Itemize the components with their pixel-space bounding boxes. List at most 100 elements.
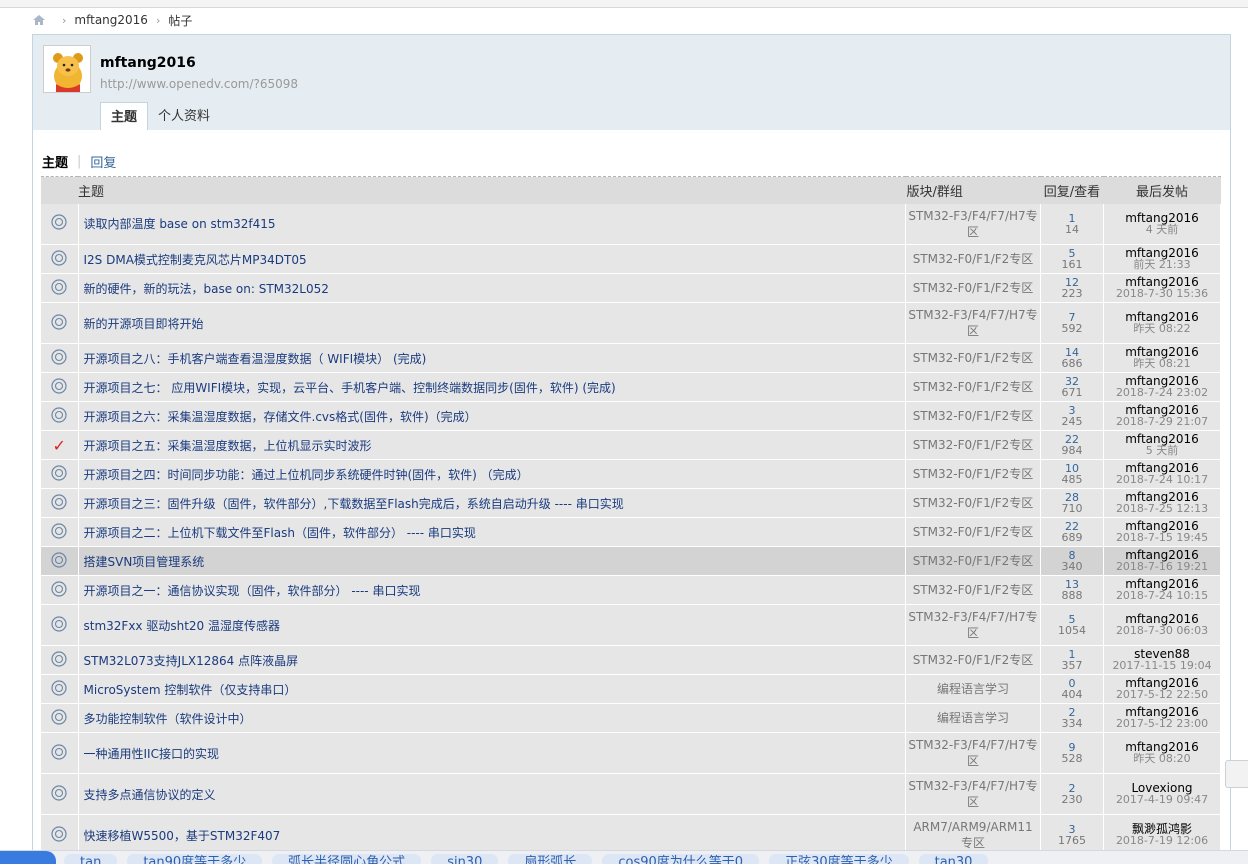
last-post-date[interactable]: 2017-5-12 23:00 bbox=[1104, 718, 1220, 729]
breadcrumb-user[interactable]: mftang2016 bbox=[74, 13, 148, 27]
topic-forum[interactable]: STM32-F0/F1/F2专区 bbox=[905, 459, 1041, 489]
last-post-date[interactable]: 昨天 08:20 bbox=[1104, 753, 1220, 764]
topic-title[interactable]: 新的开源项目即将开始 bbox=[78, 302, 906, 344]
topic-title[interactable]: 开源项目之三：固件升级（固件，软件部分）,下载数据至Flash完成后，系统自启动… bbox=[78, 488, 906, 518]
table-row[interactable]: 读取内部温度 base on stm32f415 STM32-F3/F4/F7/H… bbox=[41, 203, 1221, 245]
topic-title[interactable]: MicroSystem 控制软件（仅支持串口） bbox=[78, 674, 906, 704]
table-row[interactable]: 新的硬件，新的玩法，base on: STM32L052 STM32-F0/F1/… bbox=[41, 273, 1221, 303]
table-row[interactable]: 多功能控制软件（软件设计中） 编程语言学习 2 334 mftang2016 2017-5… bbox=[41, 703, 1221, 733]
topic-forum[interactable]: STM32-F0/F1/F2专区 bbox=[905, 488, 1041, 518]
last-post-date[interactable]: 前天 21:33 bbox=[1104, 259, 1220, 270]
last-post-date[interactable]: 2017-4-19 09:47 bbox=[1104, 794, 1220, 805]
row-icon-cell bbox=[41, 517, 79, 547]
topic-forum[interactable]: 编程语言学习 bbox=[905, 703, 1041, 733]
table-row[interactable]: 支持多点通信协议的定义 STM32-F3/F4/F7/H7专区 2 230 Lovexi… bbox=[41, 773, 1221, 815]
topic-forum[interactable]: STM32-F0/F1/F2专区 bbox=[905, 645, 1041, 675]
tab-topics[interactable]: 主题 bbox=[100, 102, 149, 132]
table-row[interactable]: STM32L073支持JLX12864 点阵液晶屏 STM32-F0/F1/F2专… bbox=[41, 645, 1221, 675]
table-row[interactable]: 开源项目之八：手机客户端查看温湿度数据（ WIFI模块） (完成) STM32-F… bbox=[41, 343, 1221, 373]
profile-url[interactable]: http://www.openedv.com/?65098 bbox=[100, 77, 298, 91]
suggestion-chip[interactable]: 正弦30度等于多少 bbox=[769, 854, 909, 864]
topic-forum[interactable]: STM32-F0/F1/F2专区 bbox=[905, 430, 1041, 460]
suggestion-chip[interactable]: 弧长半径圆心角公式 bbox=[272, 854, 422, 864]
topic-forum[interactable]: STM32-F0/F1/F2专区 bbox=[905, 372, 1041, 402]
table-row[interactable]: 开源项目之二：上位机下载文件至Flash（固件，软件部分） ---- 串口实现 S… bbox=[41, 517, 1221, 547]
view-count: 485 bbox=[1061, 473, 1083, 486]
topic-forum[interactable]: STM32-F3/F4/F7/H7专区 bbox=[905, 732, 1041, 774]
last-post-date[interactable]: 昨天 08:22 bbox=[1104, 323, 1220, 334]
subnav-topics[interactable]: 主题 bbox=[42, 152, 68, 171]
suggestion-chip[interactable]: tan90度等于多少 bbox=[127, 854, 263, 864]
sub-navigation: 主题 | 回复 bbox=[42, 152, 116, 171]
topic-title[interactable]: 开源项目之五：采集温湿度数据，上位机显示实时波形 bbox=[78, 430, 906, 460]
last-post-date[interactable]: 2018-7-19 12:06 bbox=[1104, 835, 1220, 846]
view-count: 223 bbox=[1061, 287, 1083, 300]
topic-title[interactable]: 支持多点通信协议的定义 bbox=[78, 773, 906, 815]
avatar[interactable] bbox=[43, 45, 91, 93]
last-post-date[interactable]: 2017-11-15 19:04 bbox=[1104, 660, 1220, 671]
side-float-button[interactable] bbox=[1225, 760, 1248, 788]
table-row[interactable]: 开源项目之七： 应用WIFI模块，实现，云平台、手机客户端、控制终端数据同步(固… bbox=[41, 372, 1221, 402]
topic-title[interactable]: 多功能控制软件（软件设计中） bbox=[78, 703, 906, 733]
suggestion-chip[interactable]: tan bbox=[64, 854, 118, 864]
last-post-date[interactable]: 2018-7-25 12:13 bbox=[1104, 503, 1220, 514]
topic-title[interactable]: 新的硬件，新的玩法，base on: STM32L052 bbox=[78, 273, 906, 303]
topic-title[interactable]: 开源项目之二：上位机下载文件至Flash（固件，软件部分） ---- 串口实现 bbox=[78, 517, 906, 547]
row-icon-cell bbox=[41, 273, 79, 303]
table-row[interactable]: I2S DMA模式控制麦克风芯片MP34DT05 STM32-F0/F1/F2专区… bbox=[41, 244, 1221, 274]
topic-forum[interactable]: STM32-F0/F1/F2专区 bbox=[905, 575, 1041, 605]
topic-title[interactable]: 开源项目之八：手机客户端查看温湿度数据（ WIFI模块） (完成) bbox=[78, 343, 906, 373]
table-row[interactable]: ✓ 开源项目之五：采集温湿度数据，上位机显示实时波形 STM32-F0/F1/F2专… bbox=[41, 430, 1221, 460]
topic-title[interactable]: 开源项目之七： 应用WIFI模块，实现，云平台、手机客户端、控制终端数据同步(固… bbox=[78, 372, 906, 402]
topic-forum[interactable]: STM32-F0/F1/F2专区 bbox=[905, 517, 1041, 547]
topic-forum[interactable]: STM32-F3/F4/F7/H7专区 bbox=[905, 604, 1041, 646]
last-post-date[interactable]: 2018-7-16 19:21 bbox=[1104, 561, 1220, 572]
table-row[interactable]: 一种通用性IIC接口的实现 STM32-F3/F4/F7/H7专区 9 528 mfta… bbox=[41, 732, 1221, 774]
suggestion-chip[interactable]: 扇形弧长 bbox=[508, 854, 593, 864]
topic-title[interactable]: I2S DMA模式控制麦克风芯片MP34DT05 bbox=[78, 244, 906, 274]
topic-forum[interactable]: STM32-F3/F4/F7/H7专区 bbox=[905, 302, 1041, 344]
topic-forum[interactable]: STM32-F0/F1/F2专区 bbox=[905, 546, 1041, 576]
last-post-date[interactable]: 2018-7-15 19:45 bbox=[1104, 532, 1220, 543]
topic-title[interactable]: STM32L073支持JLX12864 点阵液晶屏 bbox=[78, 645, 906, 675]
suggestion-chip[interactable]: tan30 bbox=[918, 854, 989, 864]
last-post-date[interactable]: 2018-7-24 10:17 bbox=[1104, 474, 1220, 485]
topic-forum[interactable]: STM32-F3/F4/F7/H7专区 bbox=[905, 203, 1041, 245]
search-icon[interactable] bbox=[0, 851, 56, 864]
topic-title[interactable]: 开源项目之六：采集温湿度数据，存储文件.cvs格式(固件，软件)（完成） bbox=[78, 401, 906, 431]
tab-profile[interactable]: 个人资料 bbox=[148, 102, 220, 132]
topic-forum[interactable]: STM32-F0/F1/F2专区 bbox=[905, 244, 1041, 274]
topic-title[interactable]: 开源项目之一：通信协议实现（固件，软件部分） ---- 串口实现 bbox=[78, 575, 906, 605]
last-post-date[interactable]: 4 天前 bbox=[1104, 224, 1220, 235]
topic-title[interactable]: stm32Fxx 驱动sht20 温湿度传感器 bbox=[78, 604, 906, 646]
topic-forum[interactable]: 编程语言学习 bbox=[905, 674, 1041, 704]
table-row[interactable]: 新的开源项目即将开始 STM32-F3/F4/F7/H7专区 7 592 mftang2… bbox=[41, 302, 1221, 344]
last-post-date[interactable]: 2017-5-12 22:50 bbox=[1104, 689, 1220, 700]
suggestion-chip[interactable]: cos90度为什么等于0 bbox=[602, 854, 760, 864]
last-post-date[interactable]: 2018-7-30 06:03 bbox=[1104, 625, 1220, 636]
topic-forum[interactable]: STM32-F0/F1/F2专区 bbox=[905, 273, 1041, 303]
topic-forum[interactable]: STM32-F0/F1/F2专区 bbox=[905, 401, 1041, 431]
table-row[interactable]: MicroSystem 控制软件（仅支持串口） 编程语言学习 0 404 mftang2… bbox=[41, 674, 1221, 704]
subnav-replies[interactable]: 回复 bbox=[90, 152, 116, 171]
table-row[interactable]: 开源项目之六：采集温湿度数据，存储文件.cvs格式(固件，软件)（完成） STM3… bbox=[41, 401, 1221, 431]
last-post-date[interactable]: 2018-7-24 10:15 bbox=[1104, 590, 1220, 601]
suggestion-chip[interactable]: sin30 bbox=[431, 854, 499, 864]
topic-title[interactable]: 一种通用性IIC接口的实现 bbox=[78, 732, 906, 774]
topic-title[interactable]: 搭建SVN项目管理系统 bbox=[78, 546, 906, 576]
last-post-date[interactable]: 2018-7-30 15:36 bbox=[1104, 288, 1220, 299]
table-row[interactable]: 开源项目之三：固件升级（固件，软件部分）,下载数据至Flash完成后，系统自启动… bbox=[41, 488, 1221, 518]
topic-title[interactable]: 读取内部温度 base on stm32f415 bbox=[78, 203, 906, 245]
table-row[interactable]: 搭建SVN项目管理系统 STM32-F0/F1/F2专区 8 340 mftang201… bbox=[41, 546, 1221, 576]
table-row[interactable]: 开源项目之一：通信协议实现（固件，软件部分） ---- 串口实现 STM32-F0… bbox=[41, 575, 1221, 605]
last-post-date[interactable]: 昨天 08:21 bbox=[1104, 358, 1220, 369]
home-icon[interactable] bbox=[32, 14, 46, 26]
last-post-date[interactable]: 5 天前 bbox=[1104, 445, 1220, 456]
topic-forum[interactable]: STM32-F3/F4/F7/H7专区 bbox=[905, 773, 1041, 815]
topic-title[interactable]: 开源项目之四：时间同步功能：通过上位机同步系统硬件时钟(固件，软件) （完成） bbox=[78, 459, 906, 489]
last-post-date[interactable]: 2018-7-29 21:07 bbox=[1104, 416, 1220, 427]
table-row[interactable]: stm32Fxx 驱动sht20 温湿度传感器 STM32-F3/F4/F7/H7… bbox=[41, 604, 1221, 646]
topic-forum[interactable]: STM32-F0/F1/F2专区 bbox=[905, 343, 1041, 373]
table-row[interactable]: 开源项目之四：时间同步功能：通过上位机同步系统硬件时钟(固件，软件) （完成） S… bbox=[41, 459, 1221, 489]
last-post-date[interactable]: 2018-7-24 23:02 bbox=[1104, 387, 1220, 398]
